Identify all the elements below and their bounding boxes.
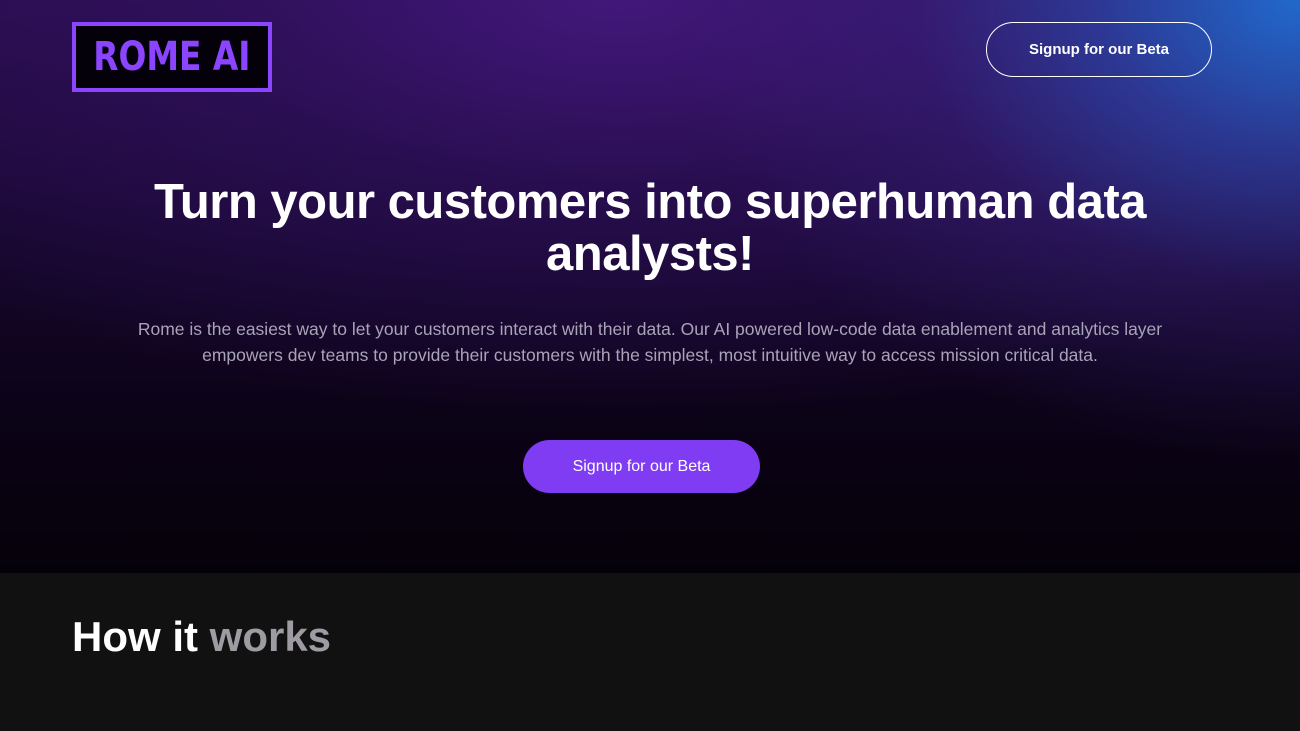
logo-text: ROME AI — [93, 34, 251, 80]
how-it-works-title-part1: How it — [72, 613, 210, 660]
how-it-works-title: How it works — [72, 613, 331, 661]
hero-description: Rome is the easiest way to let your cust… — [137, 319, 1163, 365]
how-it-works-section: How it works — [0, 573, 1300, 731]
logo[interactable]: ROME AI — [72, 22, 272, 92]
hero-section: ROME AI Signup for our Beta Turn your cu… — [0, 0, 1300, 573]
hero-signup-button[interactable]: Signup for our Beta — [523, 440, 760, 493]
hero-title: Turn your customers into superhuman data… — [154, 175, 1146, 281]
header-signup-button[interactable]: Signup for our Beta — [986, 22, 1212, 77]
how-it-works-title-part2: works — [209, 613, 332, 660]
